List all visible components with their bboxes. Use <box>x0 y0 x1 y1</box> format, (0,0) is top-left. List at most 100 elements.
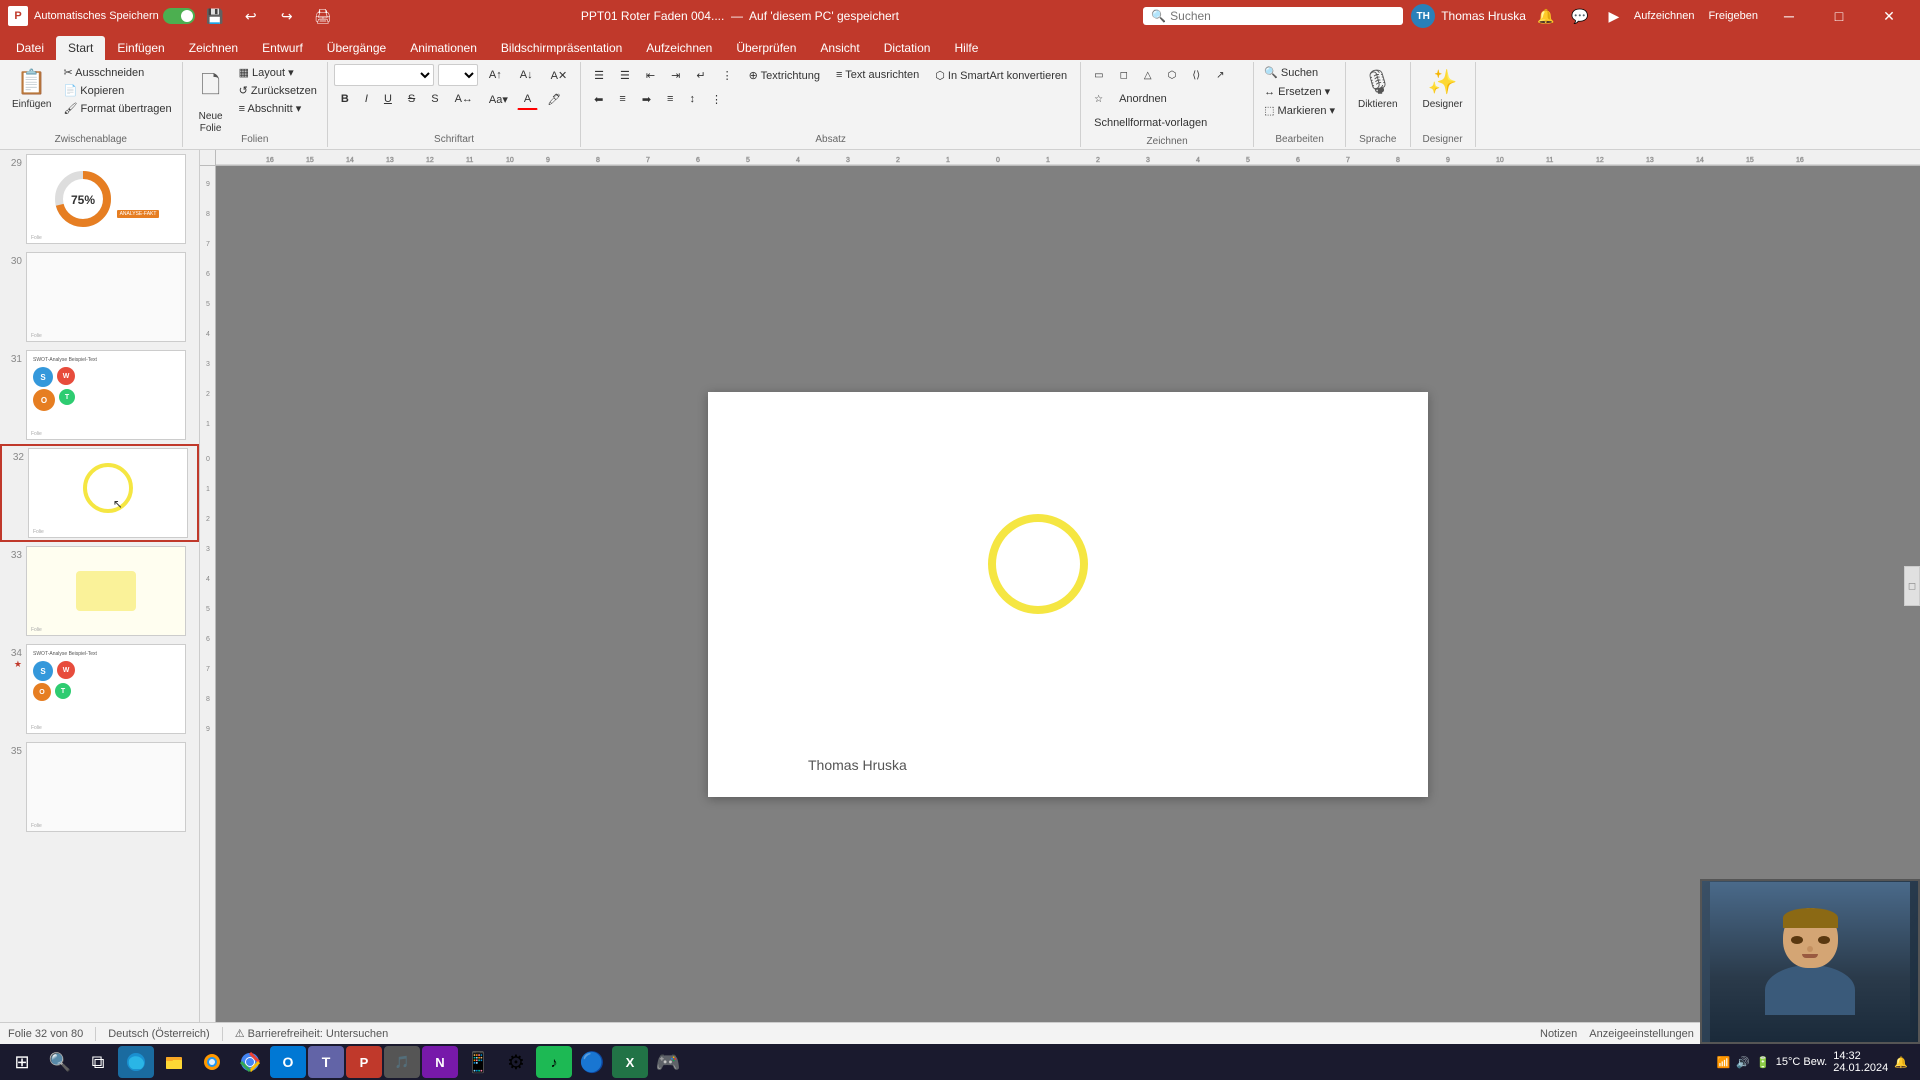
present-icon[interactable]: ▶ <box>1600 2 1628 30</box>
col-spacing-btn[interactable]: ⋮ <box>704 88 729 110</box>
slide-canvas[interactable]: Thomas Hruska <box>708 392 1428 797</box>
list-bullets-btn[interactable]: ☰ <box>587 64 611 86</box>
ersetzen-button[interactable]: ↔ Ersetzen ▾ <box>1260 83 1334 100</box>
cols-btn[interactable]: ⋮ <box>715 64 740 86</box>
tab-ueberpruefen[interactable]: Überprüfen <box>724 36 808 60</box>
strikethrough-btn[interactable]: S <box>401 88 422 110</box>
indent-more-btn[interactable]: ⇥ <box>664 64 687 86</box>
align-justify-btn[interactable]: ≡ <box>660 88 680 110</box>
font-increase-btn[interactable]: A↑ <box>482 64 509 86</box>
designer-button[interactable]: ✨ Designer <box>1417 64 1469 128</box>
tab-aufzeichnen[interactable]: Aufzeichnen <box>634 36 724 60</box>
tab-start[interactable]: Start <box>56 36 105 60</box>
tab-animationen[interactable]: Animationen <box>398 36 489 60</box>
share-icon[interactable]: 🔔 <box>1532 2 1560 30</box>
align-center-btn[interactable]: ≡ <box>612 88 632 110</box>
tab-hilfe[interactable]: Hilfe <box>942 36 990 60</box>
textrichtung-btn[interactable]: ⊕ Textrichtung <box>742 64 827 86</box>
search-input[interactable] <box>1170 9 1370 23</box>
tab-datei[interactable]: Datei <box>4 36 56 60</box>
taskbar-teams[interactable]: T <box>308 1046 344 1078</box>
shape-btn-1[interactable]: ▭ <box>1087 64 1110 86</box>
indent-less-btn[interactable]: ⇤ <box>639 64 662 86</box>
font-decrease-btn[interactable]: A↓ <box>513 64 540 86</box>
slide-item-30[interactable]: 30 Folie <box>0 248 199 346</box>
save-icon[interactable]: 💾 <box>201 2 229 30</box>
volume-icon[interactable]: 🔊 <box>1736 1056 1750 1069</box>
tab-ansicht[interactable]: Ansicht <box>808 36 871 60</box>
print-icon[interactable]: 🖨 <box>309 2 337 30</box>
freigeben-btn[interactable]: Freigeben <box>1708 10 1758 22</box>
slide-item-31[interactable]: 31 SWOT-Analyse Beispiel-Text S W O T Fo… <box>0 346 199 444</box>
layout-button[interactable]: ▦ Layout ▾ <box>235 64 321 81</box>
shadow-btn[interactable]: S <box>424 88 445 110</box>
slideshow-settings-btn[interactable]: Anzeigeeinstellungen <box>1589 1028 1694 1040</box>
spacing-btn[interactable]: A↔ <box>448 88 480 110</box>
undo-icon[interactable]: ↩ <box>237 2 265 30</box>
tab-zeichnen[interactable]: Zeichnen <box>177 36 250 60</box>
line-spacing-btn[interactable]: ↕ <box>682 88 702 110</box>
vorlagen-btn[interactable]: Schnellformat-vorlagen <box>1087 112 1214 134</box>
fontsize-select[interactable] <box>438 64 478 86</box>
comments-icon[interactable]: 💬 <box>1566 2 1594 30</box>
taskbar-edge[interactable] <box>118 1046 154 1078</box>
suchen-button[interactable]: 🔍 Suchen <box>1260 64 1322 81</box>
aufzeichnen-btn[interactable]: Aufzeichnen <box>1634 10 1695 22</box>
search-box[interactable]: 🔍 <box>1143 7 1403 25</box>
align-left-btn[interactable]: ⬅ <box>587 88 610 110</box>
search-button[interactable]: 🔍 <box>42 1046 78 1078</box>
notes-btn[interactable]: Notizen <box>1540 1028 1577 1040</box>
slide-item-33[interactable]: 33 Folie <box>0 542 199 640</box>
wifi-icon[interactable]: 📶 <box>1717 1056 1731 1069</box>
minimize-button[interactable]: ─ <box>1766 0 1812 32</box>
align-right-btn[interactable]: ➡ <box>635 88 658 110</box>
taskbar-app-misc3[interactable]: ⚙ <box>498 1046 534 1078</box>
taskbar-explorer[interactable] <box>156 1046 192 1078</box>
bold-btn[interactable]: B <box>334 88 356 110</box>
taskbar-app-misc1[interactable]: 🎵 <box>384 1046 420 1078</box>
italic-btn[interactable]: I <box>358 88 375 110</box>
taskbar-chrome[interactable] <box>232 1046 268 1078</box>
font-select[interactable] <box>334 64 434 86</box>
highlight-btn[interactable]: 🖊 <box>540 88 568 110</box>
shape-btn-7[interactable]: ☆ <box>1087 88 1110 110</box>
shape-btn-4[interactable]: ⬡ <box>1161 64 1184 86</box>
einfuegen-button[interactable]: 📋 Einfügen <box>6 64 57 128</box>
taskbar-onenote[interactable]: N <box>422 1046 458 1078</box>
notification-icon[interactable]: 🔔 <box>1894 1056 1908 1069</box>
shape-btn-2[interactable]: ◻ <box>1113 64 1135 86</box>
clear-format-btn[interactable]: A✕ <box>544 64 575 86</box>
taskbar-outlook[interactable]: O <box>270 1046 306 1078</box>
kopieren-button[interactable]: 📄 Kopieren <box>59 82 175 99</box>
list-numbers-btn[interactable]: ☰ <box>613 64 637 86</box>
autosave-toggle[interactable] <box>163 8 195 24</box>
underline-btn[interactable]: U <box>377 88 399 110</box>
text-align-btn[interactable]: ≡ Text ausrichten <box>829 64 926 86</box>
close-button[interactable]: ✕ <box>1866 0 1912 32</box>
taskbar-powerpoint[interactable]: P <box>346 1046 382 1078</box>
taskbar-app-misc6[interactable]: 🎮 <box>650 1046 686 1078</box>
taskbar-firefox[interactable] <box>194 1046 230 1078</box>
taskbar-excel[interactable]: X <box>612 1046 648 1078</box>
battery-icon[interactable]: 🔋 <box>1756 1056 1770 1069</box>
taskbar-app-misc5[interactable]: 🔵 <box>574 1046 610 1078</box>
shape-btn-5[interactable]: ⟨⟩ <box>1185 64 1207 86</box>
slide-item-29[interactable]: 29 75% ANALYSE-FAKT Folie <box>0 150 199 248</box>
abschnitt-button[interactable]: ≡ Abschnitt ▾ <box>235 100 321 117</box>
slide-item-32[interactable]: 32 ↖ Folie <box>0 444 199 542</box>
start-button[interactable]: ⊞ <box>4 1046 40 1078</box>
clock[interactable]: 14:3224.01.2024 <box>1833 1050 1888 1074</box>
shape-btn-6[interactable]: ↗ <box>1209 64 1231 86</box>
redo-icon[interactable]: ↪ <box>273 2 301 30</box>
tab-dictation[interactable]: Dictation <box>872 36 943 60</box>
anordnen-btn[interactable]: Anordnen <box>1112 88 1174 110</box>
task-view-button[interactable]: ⧉ <box>80 1046 116 1078</box>
tab-entwurf[interactable]: Entwurf <box>250 36 315 60</box>
markieren-button[interactable]: ⬚ Markieren ▾ <box>1260 102 1339 119</box>
diktieren-button[interactable]: 🎙 Diktieren <box>1352 64 1403 128</box>
font-color-btn[interactable]: A <box>517 88 538 110</box>
char-case-btn[interactable]: Aa▾ <box>482 88 515 110</box>
slide-item-34[interactable]: 34 ★ SWOT-Analyse Beispiel-Text S W O T … <box>0 640 199 738</box>
tab-praesentation[interactable]: Bildschirmpräsentation <box>489 36 634 60</box>
taskbar-app-misc2[interactable]: 📱 <box>460 1046 496 1078</box>
